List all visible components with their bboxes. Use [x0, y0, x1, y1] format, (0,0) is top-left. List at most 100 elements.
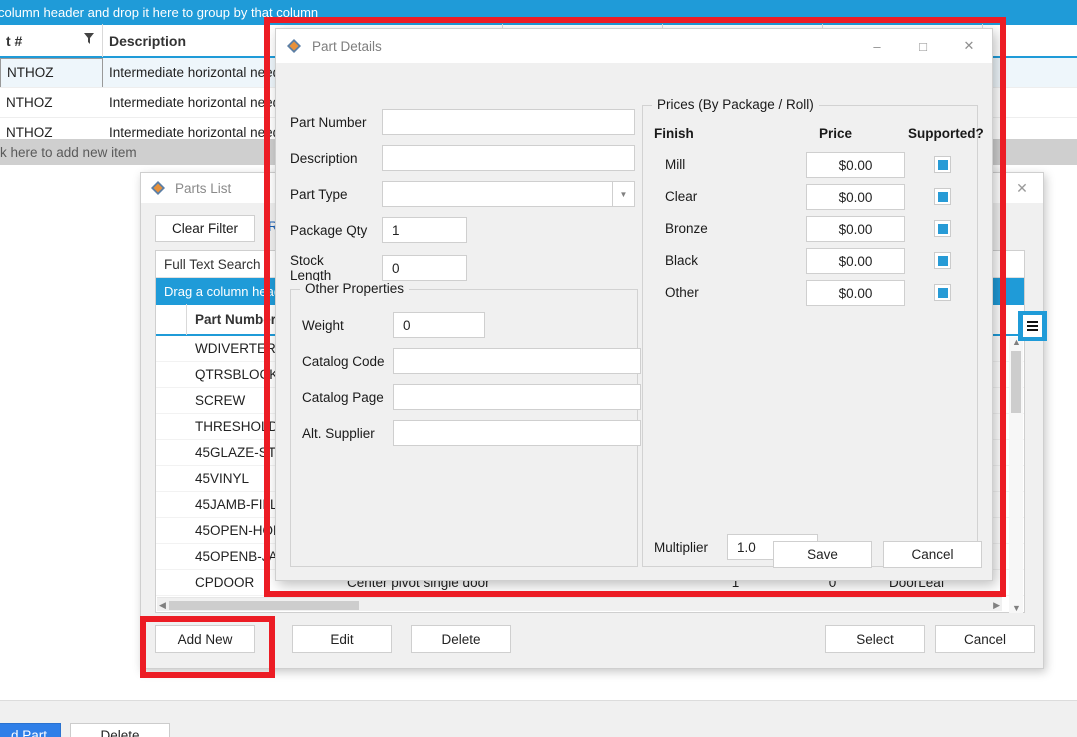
price-input-black[interactable]: $0.00 — [806, 248, 905, 274]
cell-part-number: WDIVERTER — [195, 341, 276, 356]
field-part-number: Part Number — [290, 109, 635, 135]
finish-label: Black — [665, 253, 699, 268]
field-weight: Weight 0 — [302, 312, 485, 338]
supported-checkbox-other[interactable] — [934, 284, 951, 301]
close-icon[interactable]: ✕ — [1007, 177, 1037, 199]
field-label: Part Number — [290, 114, 367, 130]
cell-part-number: SCREW — [195, 393, 246, 408]
cancel-button[interactable]: Cancel — [935, 625, 1035, 653]
cell-description: Intermediate horizontal needs st — [109, 125, 302, 140]
select-button[interactable]: Select — [825, 625, 925, 653]
save-button[interactable]: Save — [773, 541, 872, 568]
parts-list-title: Parts List — [175, 180, 232, 196]
close-icon[interactable]: ✕ — [946, 29, 992, 63]
app-diamond-icon — [150, 180, 166, 196]
part-details-footer: Save Cancel — [276, 533, 992, 580]
cell-part: NTHOZ — [6, 95, 53, 110]
supported-checkbox-black[interactable] — [934, 252, 951, 269]
part-details-dialog: Part Details – □ ✕ Part Number Descripti… — [275, 28, 993, 581]
add-new-item-label: k here to add new item — [0, 144, 137, 160]
cell-part-number: THRESHOLD — [195, 419, 279, 434]
prices-legend: Prices (By Package / Roll) — [652, 97, 819, 112]
price-input-other[interactable]: $0.00 — [806, 280, 905, 306]
part-details-title: Part Details — [312, 38, 382, 54]
scroll-down-icon[interactable]: ▼ — [1012, 603, 1021, 613]
hamburger-glyph — [1023, 315, 1042, 337]
cell-part: NTHOZ — [7, 65, 54, 80]
catalog-page-input[interactable] — [393, 384, 641, 410]
finish-label: Mill — [665, 157, 686, 172]
cell-part-number: 45VINYL — [195, 471, 250, 486]
supported-checkbox-bronze[interactable] — [934, 220, 951, 237]
field-description: Description — [290, 145, 635, 171]
price-row-mill: Mill $0.00 — [643, 152, 977, 180]
add-part-button[interactable]: d Part — [0, 723, 61, 737]
other-properties-group: Other Properties Weight 0 Catalog Code C… — [290, 281, 641, 567]
finish-label: Clear — [665, 189, 698, 204]
package-qty-input[interactable]: 1 — [382, 217, 467, 243]
finish-label: Other — [665, 285, 699, 300]
cell-description: Intermediate horizontal needs st — [109, 65, 302, 80]
app-diamond-icon — [286, 38, 302, 54]
delete-button[interactable]: Delete — [411, 625, 511, 653]
column-header-part[interactable]: t # — [0, 24, 103, 57]
cell-part-number: CPDOOR — [195, 575, 255, 590]
field-part-type: Part Type ▼ — [290, 181, 635, 207]
scroll-left-icon[interactable]: ◀ — [159, 600, 166, 611]
price-input-bronze[interactable]: $0.00 — [806, 216, 905, 242]
price-input-mill[interactable]: $0.00 — [806, 152, 905, 178]
group-by-panel[interactable]: column header and drop it here to group … — [0, 0, 1077, 25]
field-alt-supplier: Alt. Supplier — [302, 420, 641, 446]
stock-length-input[interactable]: 0 — [382, 255, 467, 281]
field-package-qty: Package Qty 1 — [290, 217, 467, 243]
weight-input[interactable]: 0 — [393, 312, 485, 338]
cell-description: Intermediate horizontal needs st — [109, 95, 302, 110]
maximize-icon[interactable]: □ — [900, 29, 946, 63]
field-label: Alt. Supplier — [302, 425, 375, 441]
parts-column-header-select[interactable] — [156, 304, 187, 335]
price-row-bronze: Bronze $0.00 — [643, 216, 977, 244]
field-catalog-code: Catalog Code — [302, 348, 641, 374]
parts-grid-horizontal-scrollbar[interactable]: ◀ ▶ — [157, 597, 1002, 611]
field-label: Description — [290, 150, 358, 166]
price-input-clear[interactable]: $0.00 — [806, 184, 905, 210]
price-row-black: Black $0.00 — [643, 248, 977, 276]
part-number-input[interactable] — [382, 109, 635, 135]
scrollbar-thumb[interactable] — [169, 601, 359, 610]
part-type-combobox[interactable]: ▼ — [382, 181, 635, 207]
delete-button-bottom[interactable]: Delete — [70, 723, 170, 737]
cell-part-number: QTRSBLOCK — [195, 367, 279, 382]
field-label: Weight — [302, 317, 344, 333]
prices-header-price: Price — [819, 126, 853, 141]
finish-label: Bronze — [665, 221, 708, 236]
part-details-body: Part Number Description Part Type ▼ Pack… — [276, 63, 992, 580]
supported-checkbox-mill[interactable] — [934, 156, 951, 173]
minimize-icon[interactable]: – — [854, 29, 900, 63]
parts-grid-vertical-scrollbar[interactable]: ▲ ▼ — [1009, 337, 1023, 613]
description-input[interactable] — [382, 145, 635, 171]
prices-header-supported: Supported? — [908, 126, 984, 141]
hamburger-menu-icon[interactable] — [1018, 311, 1047, 341]
filter-icon[interactable] — [84, 33, 94, 44]
prices-header-finish: Finish — [654, 126, 694, 141]
price-row-other: Other $0.00 — [643, 280, 977, 308]
prices-group: Prices (By Package / Roll) Finish Price … — [642, 97, 984, 567]
field-label: Catalog Code — [302, 353, 385, 369]
scrollbar-thumb[interactable] — [1011, 351, 1021, 413]
add-new-button[interactable]: Add New — [155, 625, 255, 653]
group-by-hint: column header and drop it here to group … — [0, 5, 319, 20]
cell-part: NTHOZ — [6, 125, 53, 140]
clear-filter-button[interactable]: Clear Filter — [155, 215, 255, 242]
field-stock-length: Stock Length 0 — [290, 253, 467, 283]
other-properties-legend: Other Properties — [300, 281, 410, 296]
chevron-down-icon[interactable]: ▼ — [612, 182, 634, 206]
parts-list-button-bar: Add New Edit Delete Select Cancel — [155, 625, 1035, 655]
price-row-clear: Clear $0.00 — [643, 184, 977, 212]
alt-supplier-input[interactable] — [393, 420, 641, 446]
part-details-titlebar[interactable]: Part Details – □ ✕ — [276, 29, 992, 63]
edit-button[interactable]: Edit — [292, 625, 392, 653]
supported-checkbox-clear[interactable] — [934, 188, 951, 205]
scroll-right-icon[interactable]: ▶ — [993, 600, 1000, 611]
cancel-button[interactable]: Cancel — [883, 541, 982, 568]
catalog-code-input[interactable] — [393, 348, 641, 374]
